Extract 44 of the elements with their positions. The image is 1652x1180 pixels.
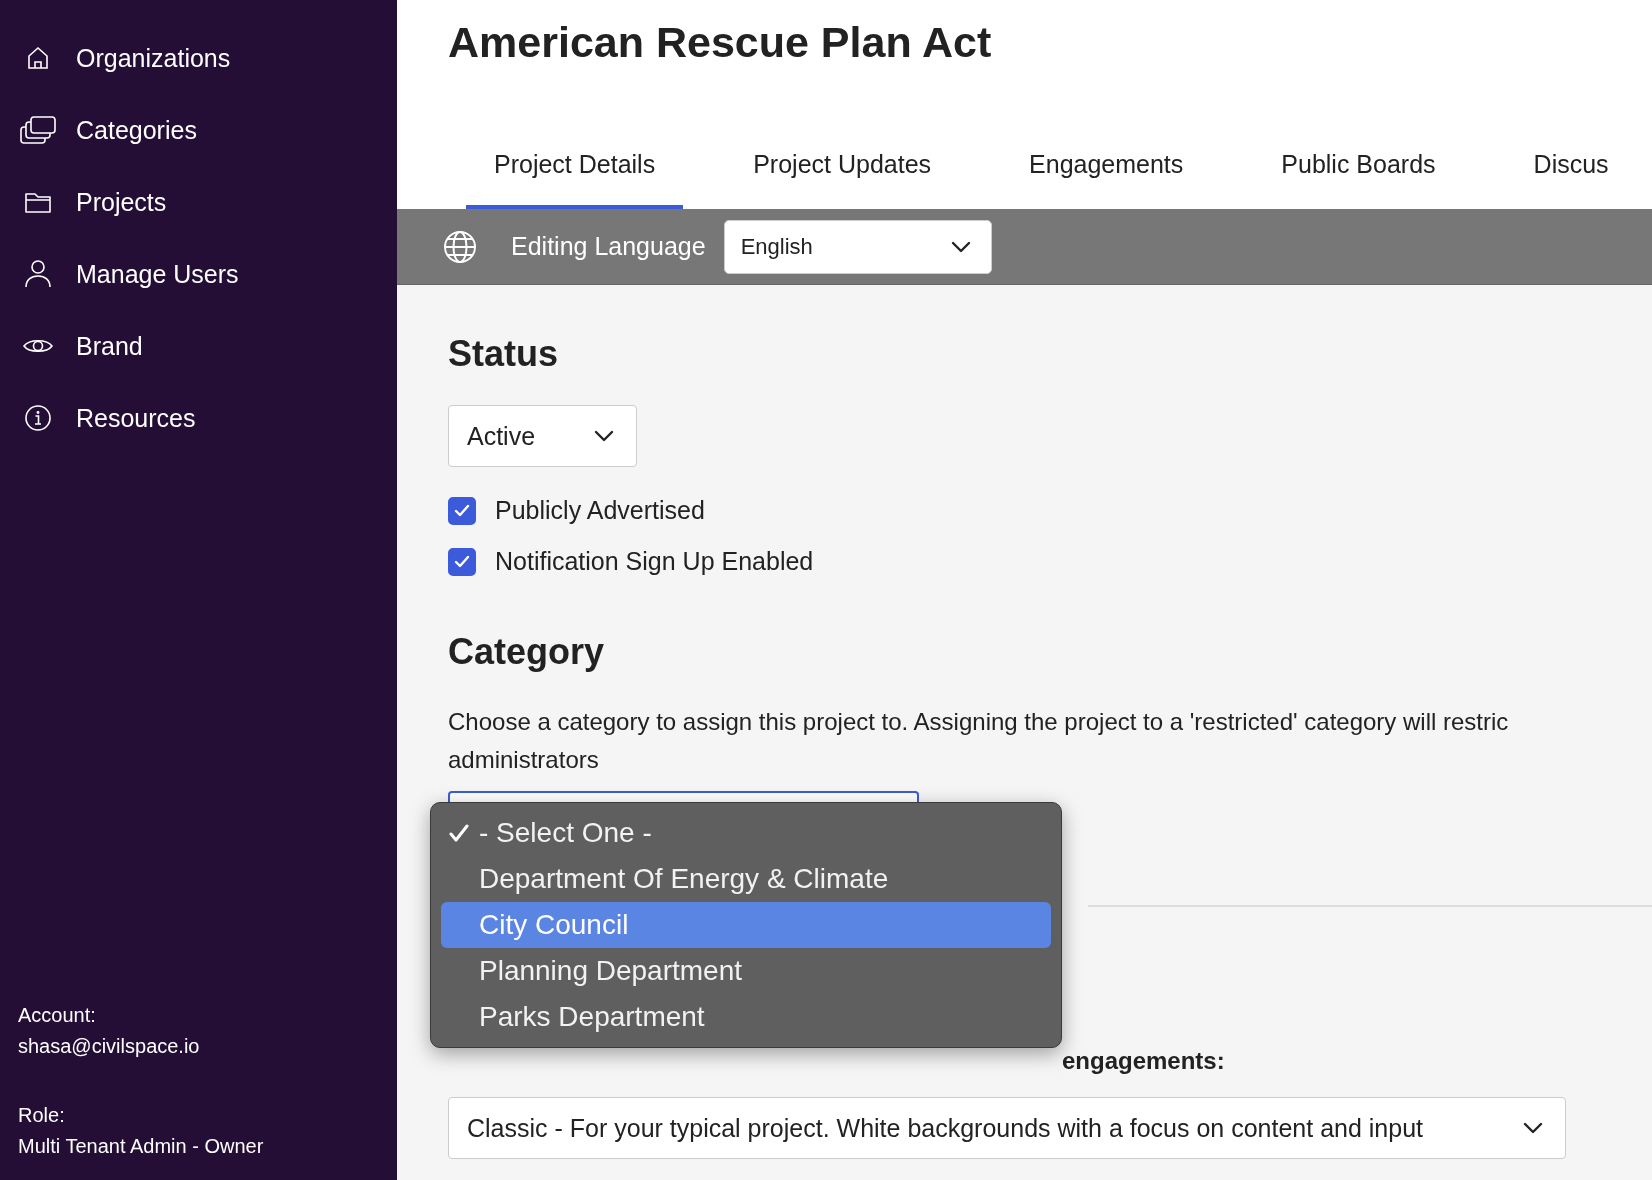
dropdown-option[interactable]: City Council: [441, 902, 1051, 948]
status-select[interactable]: Active: [448, 405, 637, 467]
account-label: Account:: [18, 1004, 97, 1027]
dropdown-option[interactable]: - Select One -: [441, 810, 1051, 856]
account-email: shasa@civilspace.io: [18, 1035, 201, 1058]
stacked-cards-icon: [19, 115, 57, 145]
chevron-down-icon: [950, 240, 971, 253]
sidebar-item[interactable]: Manage Users: [18, 238, 397, 310]
page-title: American Rescue Plan Act: [448, 18, 992, 66]
category-description: Choose a category to assign this project to. Assigning the project to a 'restricted' category will restric: [448, 708, 1509, 735]
section-heading: Status: [448, 333, 559, 374]
section-heading: Category: [448, 631, 605, 672]
checkmark-icon: [454, 554, 470, 569]
folder-icon: [24, 190, 52, 214]
dropdown-option[interactable]: Planning Department: [441, 948, 1051, 994]
info-icon: [24, 404, 52, 432]
chevron-down-icon: [1523, 1122, 1543, 1134]
sidebar-item[interactable]: Organizations: [18, 22, 397, 94]
category-description: administrators: [448, 746, 599, 773]
chevron-down-icon: [594, 430, 614, 442]
tab[interactable]: Project Updates: [725, 120, 960, 209]
sidebar-item[interactable]: Brand: [18, 310, 397, 382]
tab[interactable]: Engagements: [1001, 120, 1212, 209]
sidebar-item[interactable]: Categories: [18, 94, 397, 166]
display-style-select[interactable]: Classic - For your typical project. White backgrounds with a focus on content and input: [448, 1097, 1566, 1159]
checkbox[interactable]: [448, 547, 476, 576]
checkmark-icon: [454, 503, 470, 518]
tab[interactable]: Discus: [1505, 120, 1637, 209]
dropdown-option[interactable]: Department Of Energy & Climate: [441, 856, 1051, 902]
role-label: Role:: [18, 1104, 66, 1127]
checkbox[interactable]: [448, 496, 476, 525]
user-icon: [24, 259, 52, 289]
checkbox-label: Notification Sign Up Enabled: [495, 547, 814, 576]
sidebar-item[interactable]: Projects: [18, 166, 397, 238]
dropdown-option[interactable]: Parks Department: [441, 994, 1051, 1040]
globe-icon: [443, 229, 477, 264]
language-select[interactable]: English: [723, 219, 992, 274]
editing-language-label: Editing Language: [511, 232, 706, 261]
checkbox-label: Publicly Advertised: [495, 496, 705, 525]
sidebar-item[interactable]: Resources: [18, 382, 397, 454]
tab[interactable]: Public Boards: [1253, 120, 1464, 209]
display-style-label: engagements:: [1062, 1047, 1225, 1074]
role-value: Multi Tenant Admin - Owner: [18, 1135, 265, 1158]
home-icon: [25, 45, 51, 71]
